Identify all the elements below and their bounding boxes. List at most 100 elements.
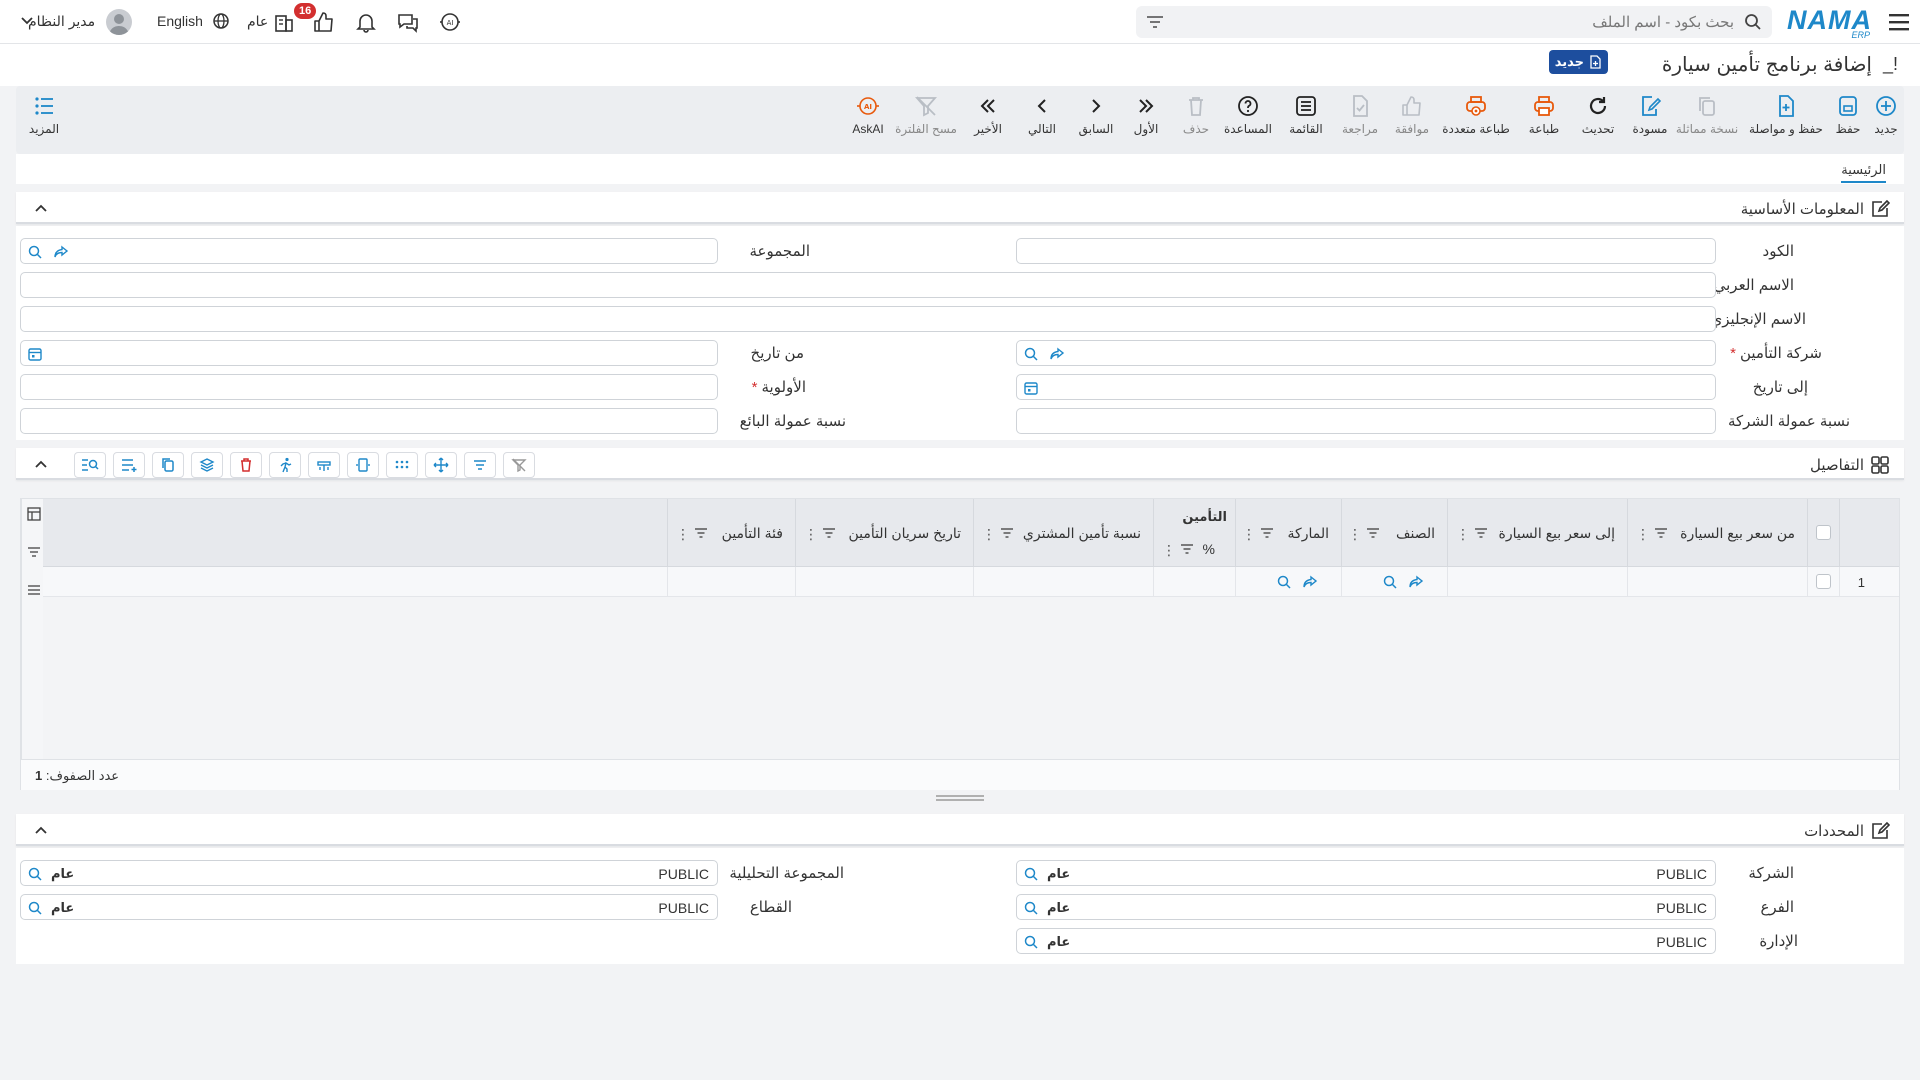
thumbs-up-icon[interactable] [312, 10, 336, 34]
building-icon[interactable] [272, 10, 296, 34]
user-name[interactable]: مدير النظام [28, 13, 95, 30]
fiscal-year-label[interactable]: عام [247, 13, 268, 30]
grid-dots-button[interactable] [386, 452, 418, 478]
prev-button[interactable]: السابق [1076, 94, 1116, 150]
english-name-field[interactable] [20, 306, 1716, 332]
multi-print-button[interactable]: طباعة متعددة [1440, 94, 1512, 150]
company-field[interactable]: PUBLIC عام [1016, 860, 1716, 886]
grid-delete-button[interactable] [230, 452, 262, 478]
share-icon[interactable] [1302, 574, 1318, 590]
grid-add-row-button[interactable] [113, 452, 145, 478]
table-row[interactable]: 1 [43, 567, 1899, 597]
column-buyer-ratio[interactable]: نسبة تأمين المشتري ⋮ [973, 499, 1153, 567]
grid-move-button[interactable] [425, 452, 457, 478]
calendar-icon[interactable] [27, 346, 43, 362]
search-input[interactable] [1174, 6, 1734, 38]
column-menu-icon[interactable]: ⋮ [1636, 526, 1650, 543]
company-commission-field[interactable] [1016, 408, 1716, 434]
tab-main[interactable]: الرئيسية [1841, 162, 1886, 183]
chat-icon[interactable] [396, 10, 420, 34]
share-icon[interactable] [1408, 574, 1424, 590]
filter-icon[interactable] [1260, 527, 1274, 539]
grid-search-button[interactable] [74, 452, 106, 478]
menu-lines-icon[interactable] [27, 583, 41, 597]
filter-icon[interactable] [27, 545, 41, 559]
search-icon[interactable] [1023, 346, 1039, 362]
refresh-button[interactable]: تحديث [1576, 94, 1620, 150]
sector-field[interactable]: PUBLIC عام [20, 894, 718, 920]
filter-icon[interactable] [1180, 543, 1194, 555]
search-icon[interactable] [27, 866, 43, 882]
basic-info-header[interactable]: المعلومات الأساسية [16, 192, 1904, 224]
ai-assistant-icon[interactable]: AI [438, 10, 462, 34]
grid-copy-button[interactable] [152, 452, 184, 478]
help-button[interactable]: المساعدة [1222, 94, 1274, 150]
arabic-name-field[interactable] [20, 272, 1716, 298]
row-checkbox[interactable] [1816, 574, 1831, 589]
code-field[interactable] [1016, 238, 1716, 264]
clear-filter-button[interactable]: مسح الفلترة [895, 94, 957, 150]
search-icon[interactable] [27, 900, 43, 916]
column-menu-icon[interactable]: ⋮ [804, 526, 818, 543]
column-menu-icon[interactable]: ⋮ [676, 526, 690, 543]
calendar-icon[interactable] [1023, 380, 1039, 396]
priority-field[interactable] [20, 374, 718, 400]
more-button[interactable]: المزيد [26, 94, 62, 150]
column-menu-icon[interactable]: ⋮ [1242, 526, 1256, 543]
to-price-cell[interactable] [1447, 567, 1627, 597]
search-icon[interactable] [1744, 13, 1762, 31]
grid-layers-button[interactable] [191, 452, 223, 478]
seller-commission-field[interactable] [20, 408, 718, 434]
last-button[interactable]: الأخير [968, 94, 1008, 150]
askai-button[interactable]: AI AskAI [848, 94, 888, 150]
filter-icon[interactable] [694, 527, 708, 539]
column-insurance-group[interactable]: التأمين % ⋮ [1153, 499, 1235, 567]
filter-icon[interactable] [1146, 14, 1164, 30]
chevron-down-icon[interactable] [10, 14, 34, 38]
duplicate-button[interactable]: نسخة مماثلة [1674, 94, 1740, 150]
delete-button[interactable]: حذف [1178, 94, 1214, 150]
chevron-up-icon[interactable] [34, 457, 48, 471]
avatar[interactable] [106, 9, 132, 35]
filter-icon[interactable] [822, 527, 836, 539]
grid-insert-button[interactable] [308, 452, 340, 478]
column-validity-date[interactable]: تاريخ سريان التأمين ⋮ [795, 499, 973, 567]
column-item[interactable]: الصنف ⋮ [1341, 499, 1447, 567]
grid-clear-filter-button[interactable] [503, 452, 535, 478]
new-button[interactable]: جديد [1868, 94, 1904, 150]
department-field[interactable]: PUBLIC عام [1016, 928, 1716, 954]
to-date-field[interactable] [1016, 374, 1716, 400]
search-icon[interactable] [1023, 934, 1039, 950]
chevron-up-icon[interactable] [34, 201, 48, 215]
from-price-cell[interactable] [1627, 567, 1807, 597]
branch-field[interactable]: PUBLIC عام [1016, 894, 1716, 920]
filter-icon[interactable] [1474, 527, 1488, 539]
menu-icon[interactable] [1886, 10, 1912, 34]
dimensions-header[interactable]: المحددات [16, 814, 1904, 846]
review-button[interactable]: مراجعة [1338, 94, 1382, 150]
group-field[interactable] [20, 238, 718, 264]
filter-icon[interactable] [1000, 527, 1014, 539]
resize-handle[interactable] [936, 794, 984, 802]
percent-cell[interactable] [1153, 567, 1235, 597]
analytic-group-field[interactable]: PUBLIC عام [20, 860, 718, 886]
first-button[interactable]: الأول [1128, 94, 1164, 150]
column-to-price[interactable]: إلى سعر بيع السيارة ⋮ [1447, 499, 1627, 567]
columns-icon[interactable] [27, 507, 41, 521]
share-icon[interactable] [53, 244, 69, 260]
nama-logo[interactable]: NAMA ERP [1787, 6, 1872, 40]
search-icon[interactable] [1023, 900, 1039, 916]
language-switch[interactable]: English [157, 13, 203, 29]
search-icon[interactable] [27, 244, 43, 260]
filter-icon[interactable] [1654, 527, 1668, 539]
globe-icon[interactable] [206, 12, 230, 36]
category-cell[interactable] [667, 567, 795, 597]
grid-fit-button[interactable] [347, 452, 379, 478]
column-menu-icon[interactable]: ⋮ [1456, 526, 1470, 543]
column-brand[interactable]: الماركة ⋮ [1235, 499, 1341, 567]
insurance-company-field[interactable] [1016, 340, 1716, 366]
column-menu-icon[interactable]: ⋮ [1348, 526, 1362, 543]
print-button[interactable]: طباعة [1524, 94, 1564, 150]
brand-cell[interactable] [1235, 567, 1341, 597]
column-category[interactable]: فئة التأمين ⋮ [667, 499, 795, 567]
